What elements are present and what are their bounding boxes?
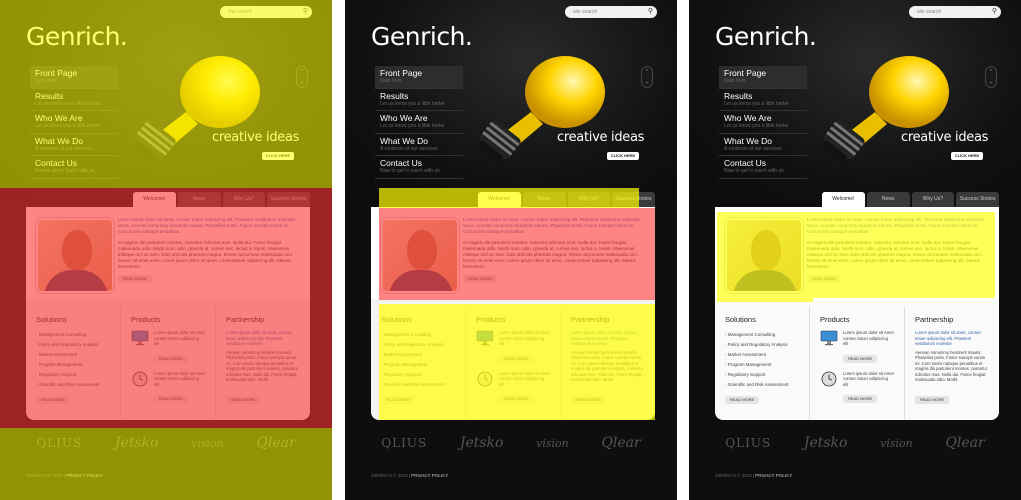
read-more-button[interactable]: READ MORE — [843, 354, 878, 363]
highlight-tabs-region — [379, 188, 639, 208]
product-text: Lorem ipsum dolor sit Amet consec tetuer… — [843, 370, 894, 387]
list-item[interactable]: Program Management — [725, 360, 799, 370]
main-nav: Front PageStart here ResultsLet us know … — [719, 66, 807, 179]
site-logo[interactable]: Genrich. — [715, 22, 817, 51]
site-logo[interactable]: Genrich. — [371, 22, 473, 51]
tab-welcome[interactable]: Welcome! — [822, 192, 865, 207]
highlight-welcome-region — [379, 208, 655, 300]
slider-arrows[interactable]: ⌃⌄ — [985, 66, 997, 88]
tab-why-us[interactable]: Why Us? — [911, 192, 955, 207]
partner-logo[interactable]: Jetsko — [460, 435, 504, 451]
list-item[interactable]: Policy and Regulatory Analysis — [725, 340, 799, 350]
products-column: Products Lorem ipsum dolor sit Amet cons… — [810, 307, 905, 420]
nav-item-contact-us[interactable]: Contact UsNow to get in touch with us — [375, 156, 463, 179]
partner-logo[interactable]: QLIUS — [725, 436, 771, 450]
read-more-button[interactable]: READ MORE — [843, 395, 878, 403]
highlight-footer-region — [0, 428, 332, 500]
list-item[interactable]: Market Assessment — [725, 350, 799, 360]
search-icon[interactable]: ⚲ — [992, 6, 997, 18]
nav-item-what-we-do[interactable]: What We DoA rundown of our services — [375, 134, 463, 156]
highlight-text-region — [813, 212, 995, 298]
lightbulb-image — [478, 56, 605, 163]
highlight-photo-region — [717, 212, 813, 302]
footer: GENRICH © 2010 | PRIVACY POLICY — [715, 473, 793, 478]
click-here-button[interactable]: CLICK HERE — [607, 152, 639, 160]
partner-logo[interactable]: QLIUS — [381, 436, 427, 450]
search-input[interactable]: site search⚲ — [909, 6, 1001, 18]
nav-item-front-page[interactable]: Front PageStart here — [719, 66, 807, 89]
panel-3: site search ⚲ Genrich. Front Page Start he… — [689, 0, 1021, 500]
tab-news[interactable]: News — [866, 192, 910, 207]
products-heading: Products — [820, 315, 850, 324]
hero-tagline: creative ideas — [901, 130, 989, 145]
partner-logos: QLIUS Jetsko vision Qlear — [365, 428, 657, 458]
solutions-heading: Solutions — [725, 315, 756, 324]
lightbulb-image — [822, 56, 949, 163]
read-more-button[interactable]: READ MORE — [725, 396, 760, 404]
highlight-columns-region — [379, 304, 655, 420]
partner-logo[interactable]: vision — [536, 437, 569, 450]
list-item[interactable]: Regulatory Support — [725, 370, 799, 380]
nav-item-results[interactable]: ResultsLet us know you a little better — [375, 89, 463, 111]
partnership-body: Aenean nonummy hendrerit mauris. Phasell… — [915, 349, 988, 383]
footer-copyright: GENRICH © 2010 — [715, 473, 752, 478]
features-columns: Solutions Management Consulting Policy a… — [715, 307, 999, 420]
read-more-button[interactable]: READ MORE — [915, 396, 950, 404]
panel-1: site search⚲ Genrich. Front PageStart he… — [0, 0, 332, 500]
monitor-icon — [820, 330, 838, 346]
footer: GENRICH © 2010 | PRIVACY POLICY — [371, 473, 449, 478]
partnership-lead: Lorem ipsum dolor sit amet, consec tetue… — [915, 330, 982, 346]
partner-logo[interactable]: Qlear — [945, 435, 984, 451]
nav-item-who-we-are[interactable]: Who We AreLet us know you a little bette… — [375, 111, 463, 134]
panel-2: site search ⚲ Genrich. Front Page Start he… — [345, 0, 677, 500]
main-nav: Front PageStart here ResultsLet us know … — [375, 66, 463, 179]
partner-logo[interactable]: vision — [880, 437, 913, 450]
nav-item-contact-us[interactable]: Contact UsNow to get in touch with us — [719, 156, 807, 179]
solutions-column: Solutions Management Consulting Policy a… — [715, 307, 810, 420]
tab-success-stories[interactable]: Success Stories — [956, 192, 999, 207]
search-icon[interactable]: ⚲ — [648, 6, 653, 18]
partnership-column: Partnership Lorem ipsum dolor sit amet, … — [905, 307, 999, 420]
product-item: Lorem ipsum dolor sit Amet consec tetuer… — [820, 371, 894, 406]
list-item[interactable]: Scientific and Risk Assessment — [725, 380, 799, 390]
nav-item-front-page[interactable]: Front PageStart here — [375, 66, 463, 89]
click-here-button[interactable]: CLICK HERE — [951, 152, 983, 160]
content-tabs: Welcome! News Why Us? Success Stories — [822, 192, 999, 207]
nav-item-results[interactable]: ResultsLet us know you a little better — [719, 89, 807, 111]
list-item[interactable]: Management Consulting — [725, 330, 799, 340]
nav-item-who-we-are[interactable]: Who We AreLet us know you a little bette… — [719, 111, 807, 134]
highlight-content-region — [0, 188, 332, 428]
search-input[interactable]: site search⚲ — [565, 6, 657, 18]
product-text: Lorem ipsum dolor sit Amet consec tetuer… — [843, 330, 894, 346]
partner-logos: QLIUS Jetsko vision Qlear — [709, 428, 1001, 458]
partner-logo[interactable]: Qlear — [601, 435, 640, 451]
partnership-heading: Partnership — [915, 315, 954, 324]
hero-tagline: creative ideas — [557, 130, 645, 145]
nav-item-what-we-do[interactable]: What We DoA rundown of our services — [719, 134, 807, 156]
privacy-policy-link[interactable]: PRIVACY POLICY — [755, 473, 792, 478]
slider-arrows[interactable]: ⌃⌄ — [641, 66, 653, 88]
privacy-policy-link[interactable]: PRIVACY POLICY — [411, 473, 448, 478]
product-item: Lorem ipsum dolor sit Amet consec tetuer… — [820, 330, 894, 365]
highlight-header-region — [0, 0, 332, 188]
clock-icon — [821, 371, 837, 386]
solutions-list: Management Consulting Policy and Regulat… — [725, 330, 799, 390]
footer-copyright: GENRICH © 2010 — [371, 473, 408, 478]
partner-logo[interactable]: Jetsko — [804, 435, 848, 451]
